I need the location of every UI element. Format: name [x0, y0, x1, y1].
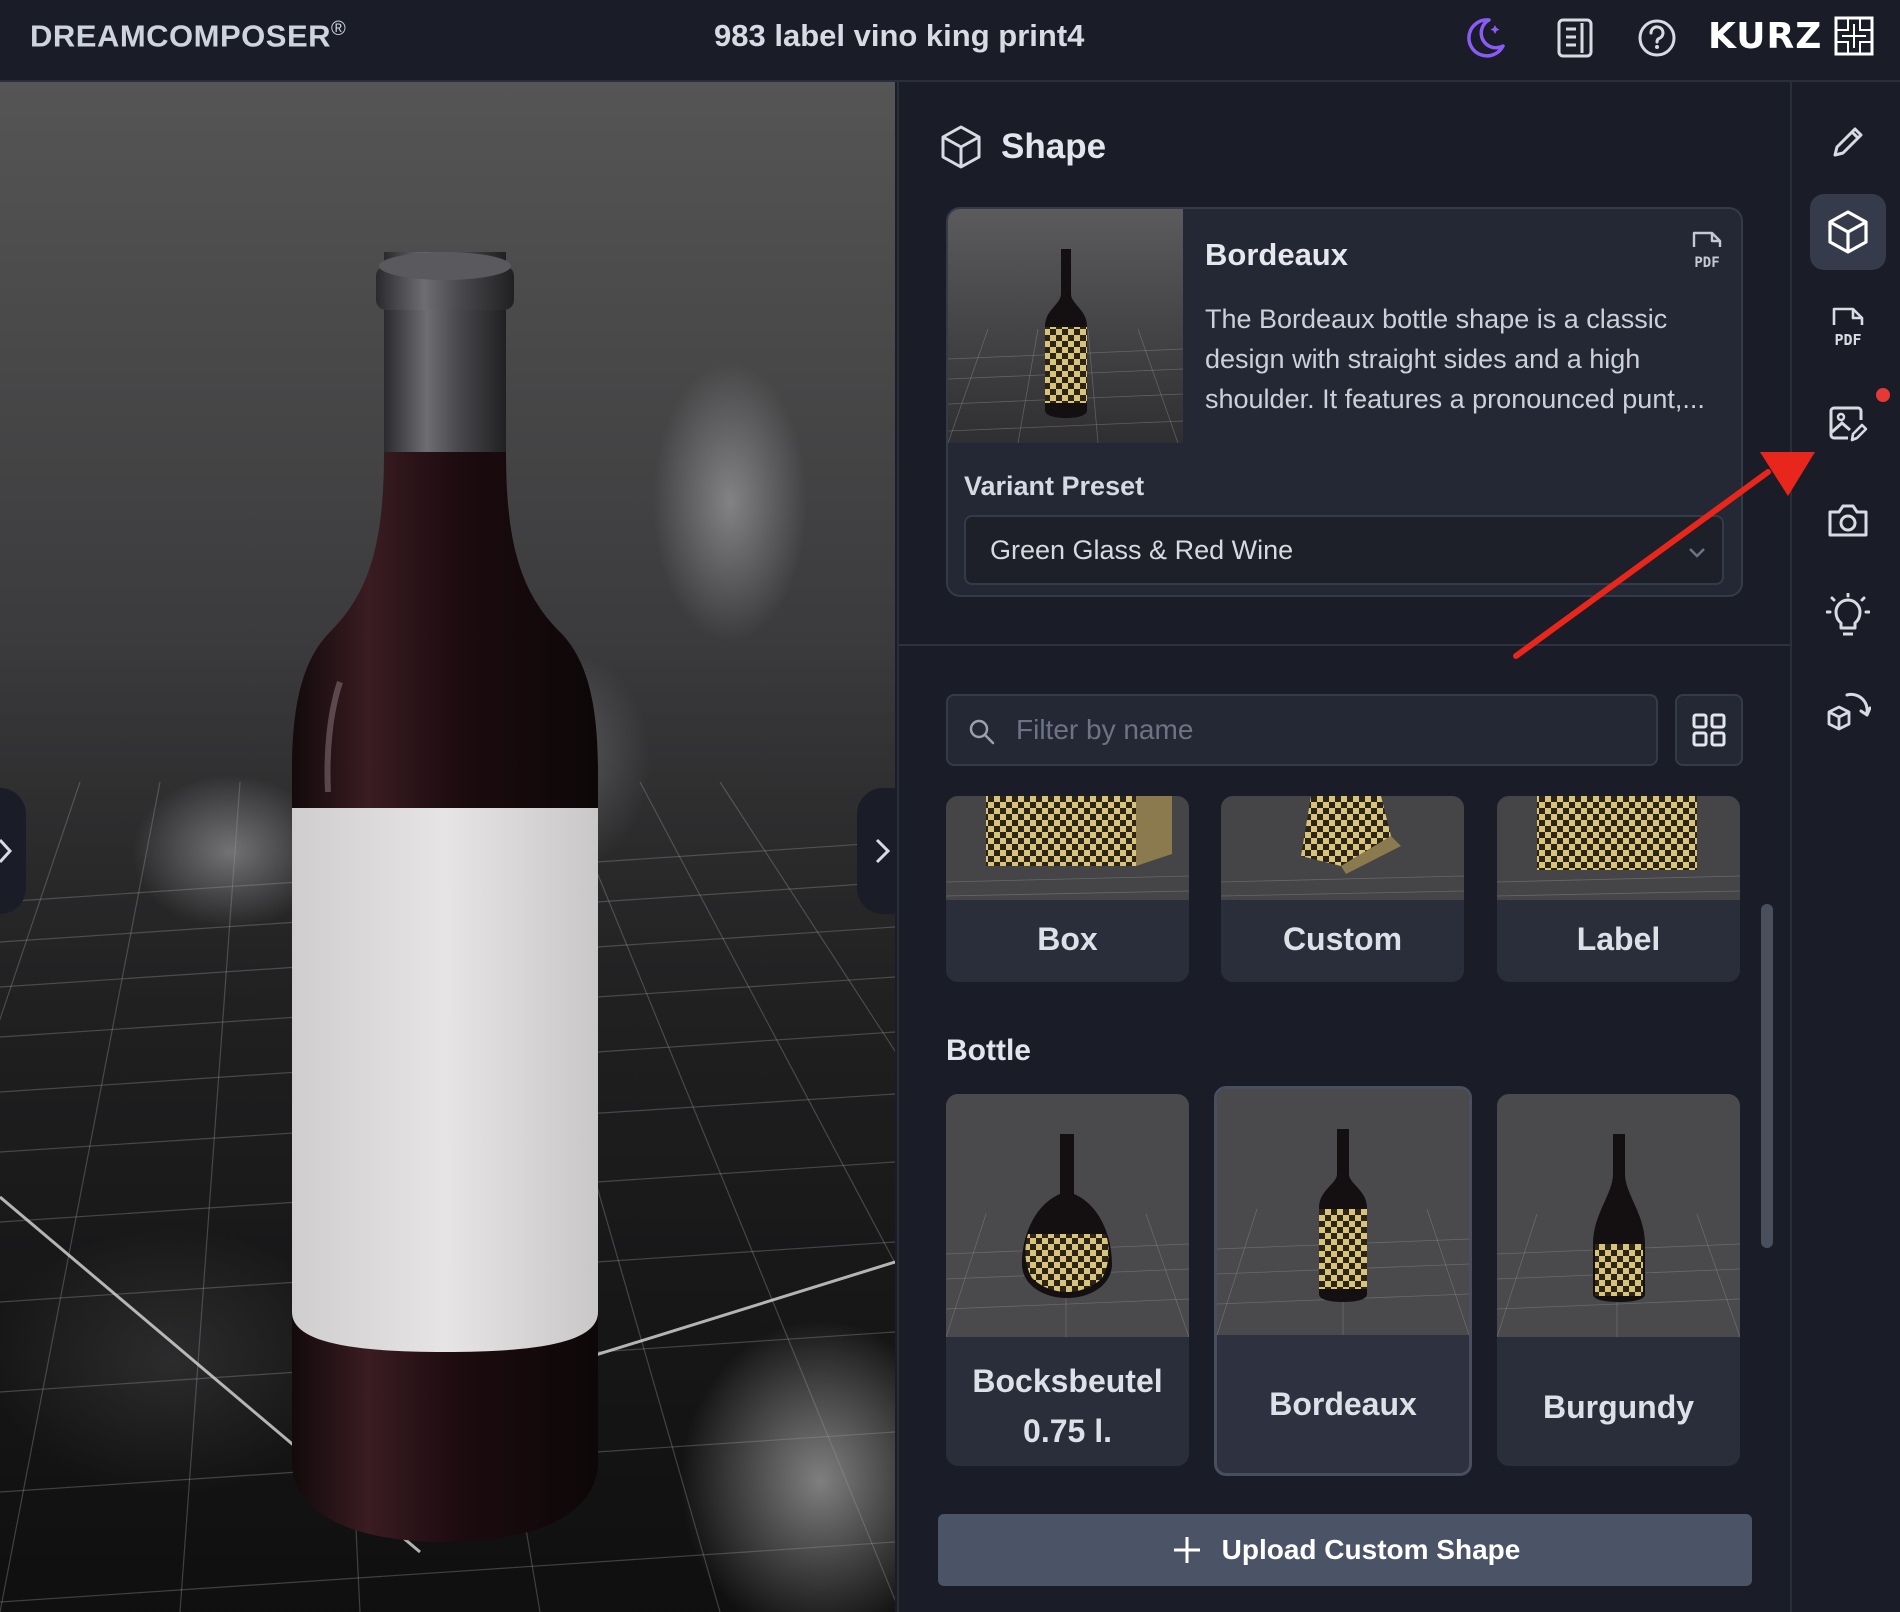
shape-tile-label: Custom: [1282, 921, 1403, 957]
lighting-bulb-icon: [1826, 593, 1870, 636]
burgundy-thumbnail: [1497, 1094, 1740, 1337]
docs-icon[interactable]: [1552, 15, 1598, 61]
shape-tile-label: Box: [1037, 921, 1098, 957]
wine-bottle-model[interactable]: [280, 212, 610, 1572]
shape-list: Box Custom Label Bottle Bocksbeutel 0.75…: [946, 796, 1746, 1586]
bordeaux-thumbnail: [1217, 1089, 1469, 1335]
collapse-panel-tab[interactable]: [857, 788, 895, 914]
rail-3d-rotate[interactable]: [1810, 674, 1886, 750]
filter-box: [946, 694, 1658, 766]
shape-tile-label: Burgundy: [1542, 1389, 1695, 1425]
shape-tile-bocksbeutel[interactable]: Bocksbeutel 0.75 l.: [946, 1094, 1189, 1466]
shape-tile-bordeaux[interactable]: Bordeaux: [1214, 1086, 1472, 1476]
kurz-logo: KURZ: [1708, 16, 1876, 58]
image-edit-icon: [1829, 406, 1868, 442]
custom-thumbnail: [1221, 796, 1464, 900]
shape-tile-sublabel: 0.75 l.: [1023, 1413, 1112, 1449]
pdf-icon: PDF: [1832, 307, 1864, 349]
plus-icon: [1173, 1537, 1200, 1563]
rail-edit[interactable]: [1810, 104, 1886, 180]
3d-rotate-icon: [1827, 692, 1871, 731]
shape-tile-burgundy[interactable]: Burgundy: [1497, 1094, 1740, 1466]
shape-cube-icon: [1828, 210, 1868, 254]
shape-tile-label: Bocksbeutel: [972, 1363, 1163, 1399]
camera-icon: [1828, 504, 1868, 537]
theme-moon-icon[interactable]: [1462, 15, 1508, 61]
shape-pdf-button[interactable]: PDF: [1688, 229, 1726, 273]
bocksbeutel-thumbnail: [946, 1094, 1189, 1337]
selected-shape-thumbnail: [948, 209, 1183, 443]
kurz-logo-text: KURZ: [1708, 16, 1823, 57]
label-thumbnail: [1497, 796, 1740, 900]
variant-preset-value: Green Glass & Red Wine: [990, 535, 1294, 565]
selected-shape-card: Bordeaux PDF The Bordeaux bottle shape i…: [946, 207, 1743, 597]
panel-divider: [899, 644, 1790, 646]
panel-title: Shape: [1001, 127, 1107, 166]
box-thumbnail: [946, 796, 1189, 900]
kurz-emblem-icon: [1834, 16, 1874, 56]
help-icon[interactable]: [1634, 15, 1680, 61]
shape-tile-box[interactable]: Box: [946, 796, 1189, 982]
pdf-icon-text: PDF: [1834, 331, 1861, 349]
grid-view-icon: [1692, 713, 1726, 747]
rail-camera[interactable]: [1810, 482, 1886, 558]
variant-preset-label: Variant Preset: [964, 471, 1145, 501]
rail-image-edit[interactable]: [1810, 386, 1886, 462]
shape-tile-label-shape[interactable]: Label: [1497, 796, 1740, 982]
rail-lighting[interactable]: [1810, 578, 1886, 654]
rail-shape[interactable]: [1810, 194, 1886, 270]
shape-panel: Shape Bordeaux PDF The Bordeaux bottle s…: [897, 82, 1790, 1612]
top-bar: DREAMCOMPOSER® 983 label vino king print…: [0, 0, 1900, 82]
edit-icon: [1833, 127, 1863, 157]
shape-tile-label: Label: [1576, 921, 1661, 957]
document-title[interactable]: 983 label vino king print4: [714, 18, 1084, 54]
pdf-icon-text: PDF: [1694, 255, 1719, 271]
shape-list-scrollbar[interactable]: [1761, 904, 1773, 1248]
collapse-left-tab[interactable]: [0, 788, 26, 914]
upload-custom-shape-label: Upload Custom Shape: [1221, 1534, 1521, 1565]
grid-view-toggle[interactable]: [1675, 694, 1743, 766]
brand-registered-mark: ®: [331, 18, 347, 40]
chevron-right-icon: [875, 838, 891, 864]
tool-rail: PDF: [1790, 82, 1900, 1612]
upload-custom-shape-button[interactable]: Upload Custom Shape: [938, 1514, 1752, 1586]
shape-tile-custom[interactable]: Custom: [1221, 796, 1464, 982]
chevron-down-icon: [1689, 548, 1705, 558]
search-icon: [969, 719, 995, 745]
brand-name: DREAMCOMPOSER: [30, 18, 332, 54]
pdf-icon: PDF: [1692, 231, 1722, 271]
variant-preset-select[interactable]: Green Glass & Red Wine: [964, 515, 1724, 585]
shape-tile-label: Bordeaux: [1269, 1386, 1417, 1422]
cube-icon: [941, 125, 981, 169]
app-brand: DREAMCOMPOSER®: [30, 18, 346, 54]
selected-shape-name: Bordeaux: [1205, 237, 1348, 272]
panel-header: Shape: [939, 124, 1106, 170]
notification-dot: [1876, 388, 1890, 402]
bottle-section-title: Bottle: [946, 1034, 1031, 1067]
filter-input[interactable]: [1016, 708, 1636, 752]
selected-shape-description: The Bordeaux bottle shape is a classic d…: [1205, 304, 1705, 414]
rail-pdf[interactable]: PDF: [1810, 290, 1886, 366]
3d-viewport[interactable]: [0, 82, 895, 1612]
